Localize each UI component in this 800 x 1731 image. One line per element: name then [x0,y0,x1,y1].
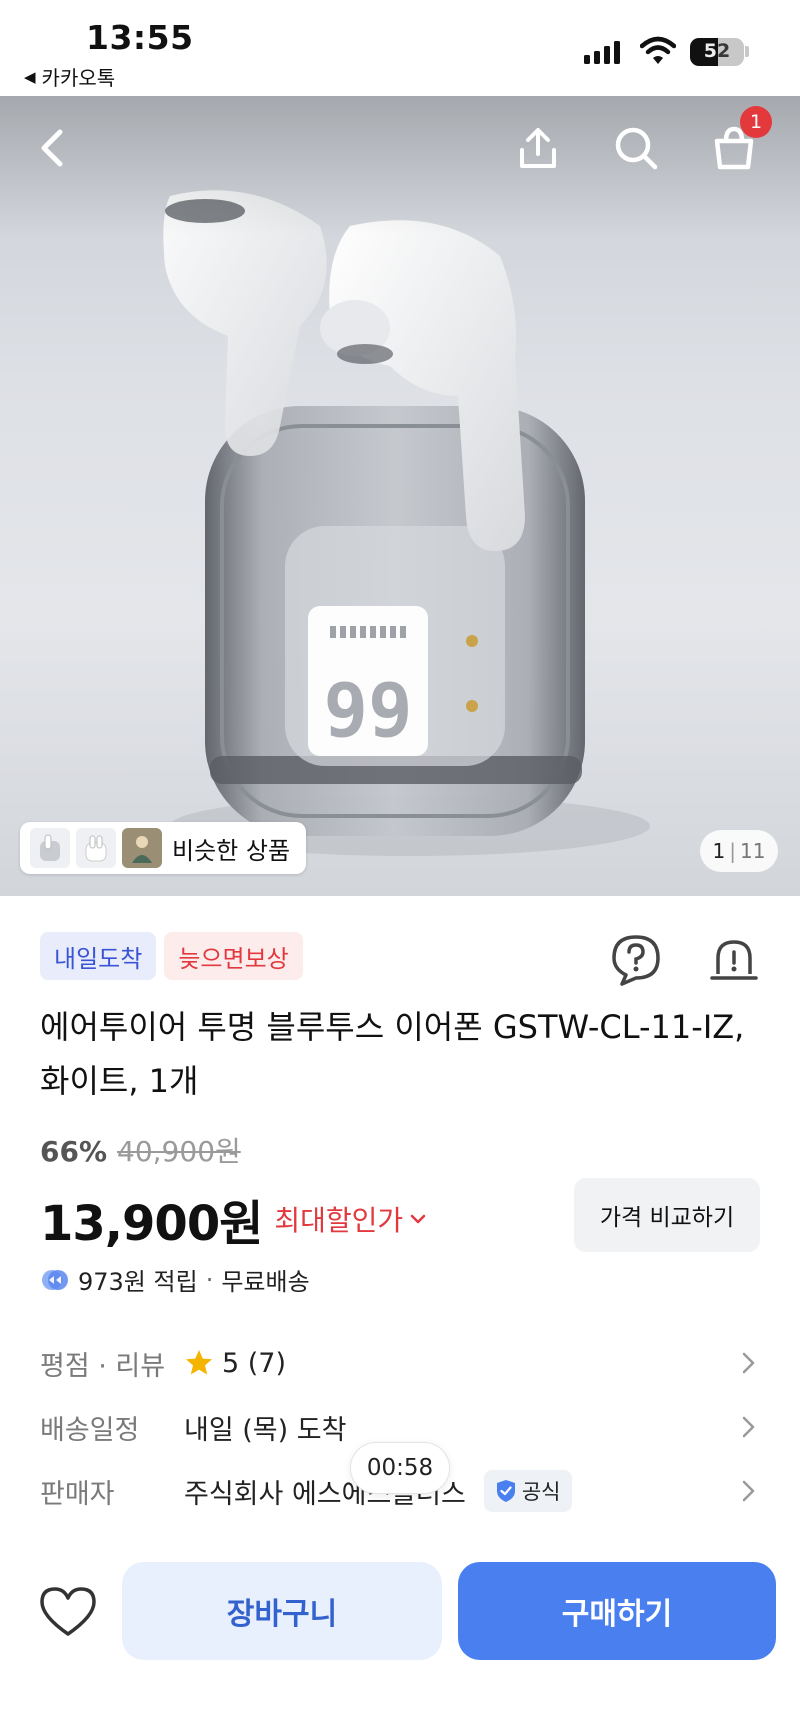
add-to-cart-button[interactable]: 장바구니 [122,1562,442,1660]
share-icon [520,128,556,168]
earbuds-thumb-icon [85,835,107,862]
search-button[interactable] [606,118,666,178]
similar-thumb [30,828,70,868]
hero-top-shade [0,96,800,236]
buy-now-button[interactable]: 구매하기 [458,1562,776,1660]
cash-points-icon [42,1269,68,1290]
image-index: 1 [712,839,726,863]
discount-percent: 66% [40,1135,108,1168]
cart-count-badge: 1 [740,106,772,138]
similar-products-label: 비슷한 상품 [172,836,291,865]
official-label: 공식 [521,1480,561,1504]
official-seller-badge: 공식 [483,1470,573,1512]
rating-review-row[interactable]: 평점 · 리뷰 5 (7) [40,1338,760,1388]
chevron-down-icon [410,1214,426,1224]
battery-percent: 52 [703,40,731,62]
similar-products-button[interactable]: 비슷한 상품 [20,822,307,874]
separator-dot: · [205,1265,214,1294]
seller-label: 판매자 [40,1478,115,1510]
chevron-right-icon [742,1480,755,1502]
countdown-timer: 00:58 [350,1442,450,1494]
original-price: 40,900원 [117,1135,241,1168]
max-discount-label: 최대할인가 [274,1204,404,1237]
question-chat-icon[interactable] [608,932,664,988]
search-icon [615,127,658,170]
back-app-label: 카카오톡 [41,66,116,90]
back-button[interactable] [22,118,82,178]
report-siren-icon[interactable] [706,932,762,988]
max-discount-toggle[interactable]: 최대할인가 [274,1199,427,1239]
back-to-app-link[interactable]: ◀ 카카오톡 [24,62,115,91]
delivery-label: 배송일정 [40,1414,140,1446]
image-counter: 1 | 11 [700,830,778,872]
shield-check-icon [496,1480,515,1502]
product-image-carousel[interactable]: 99 [0,96,800,896]
compare-price-button[interactable]: 가격 비교하기 [574,1178,760,1252]
shipping-fee: 무료배송 [221,1268,310,1296]
back-triangle-icon: ◀ [24,67,36,86]
delivery-value: 내일 (목) 도착 [184,1414,347,1446]
earbuds-thumb-icon [40,834,60,861]
image-counter-separator: | [729,839,737,863]
sale-price: 13,900원 [40,1196,263,1252]
person-thumb-icon [132,836,152,863]
wifi-icon [640,36,676,64]
points-earned: 973원 적립 [78,1268,198,1296]
battery-icon: 52 [690,38,744,66]
share-button[interactable] [508,118,568,178]
price-row: 13,900원 최대할인가 [40,1184,427,1254]
star-icon [186,1350,212,1375]
badge-next-day: 내일도착 [40,932,157,980]
badge-late-compensation: 늦으면보상 [164,932,303,980]
rating-label: 평점 · 리뷰 [40,1350,166,1382]
delivery-badges: 내일도착 늦으면보상 [40,932,303,980]
similar-thumb [76,828,116,868]
cellular-signal-icon [584,40,620,64]
image-total: 11 [740,839,766,863]
chevron-left-icon [41,129,63,167]
rating-value-group: 5 (7) [184,1348,286,1379]
similar-thumb [122,828,162,868]
wishlist-heart-icon[interactable] [38,1584,98,1640]
chevron-right-icon [742,1352,755,1374]
battery-cap [745,46,749,57]
points-shipping-row: 973원 적립 · 무료배송 [40,1262,310,1297]
chevron-right-icon [742,1416,755,1438]
rating-value: 5 (7) [222,1347,287,1379]
status-bar: 13:55 ◀ 카카오톡 52 [0,0,800,96]
discount-row: 66% 40,900원 [40,1130,241,1170]
product-title: 에어투이어 투명 블루투스 이어폰 GSTW-CL-11-IZ, 화이트, 1개 [40,1008,745,1100]
status-time: 13:55 [86,18,194,57]
case-display-number: 99 [323,668,412,754]
